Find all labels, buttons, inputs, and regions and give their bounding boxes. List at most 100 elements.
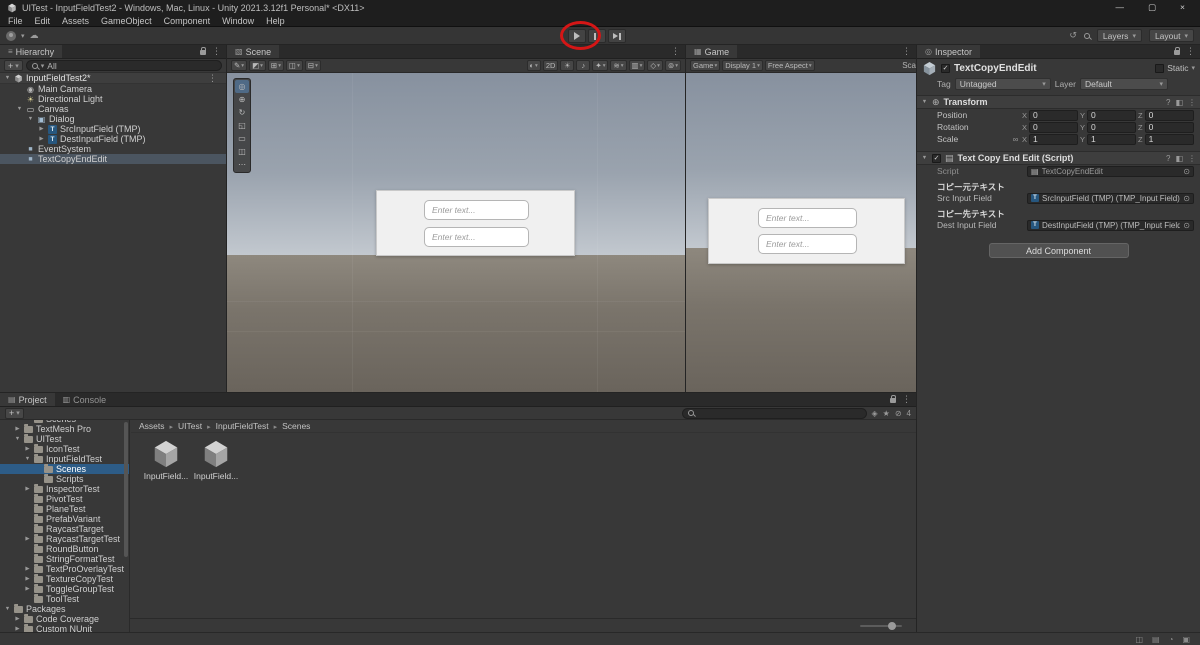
hierarchy-item[interactable]: ▶ DestInputField (TMP) xyxy=(0,134,226,144)
project-folder-row[interactable]: ▶ IconTest xyxy=(0,444,129,454)
project-folder-row[interactable]: ▶ TextMesh Pro xyxy=(0,424,129,434)
src-input-field[interactable]: Enter text... xyxy=(424,200,529,220)
create-object-button[interactable]: + ▾ xyxy=(4,60,23,71)
expand-arrow-icon[interactable]: ▶ xyxy=(14,426,21,432)
minimize-icon[interactable]: — xyxy=(1116,2,1125,13)
axis-value-field[interactable]: 0 xyxy=(1144,121,1194,133)
grid-snap-icon[interactable]: ⊞ xyxy=(267,60,284,71)
project-folder-row[interactable]: ▶ Code Coverage xyxy=(0,614,129,624)
static-checkbox[interactable] xyxy=(1155,63,1165,73)
lighting-toggle-icon[interactable]: ☀ xyxy=(560,60,575,71)
slider-thumb[interactable] xyxy=(888,621,896,630)
expand-arrow-icon[interactable]: ▶ xyxy=(24,576,31,582)
transform-component-header[interactable]: ▼ ⊕ Transform ? ◧ ⋮ xyxy=(917,95,1200,109)
expand-arrow-icon[interactable]: ▶ xyxy=(24,486,31,492)
scene-header-row[interactable]: ▼ InputFieldTest2* ⋮ xyxy=(0,73,226,84)
tag-dropdown[interactable]: Untagged ▾ xyxy=(954,78,1051,90)
help-icon[interactable]: ? xyxy=(1166,98,1170,107)
component-menu-icon[interactable]: ⋮ xyxy=(1188,154,1196,163)
hierarchy-item[interactable]: Directional Light xyxy=(0,94,226,104)
game-mode-dropdown[interactable]: Game xyxy=(690,60,721,71)
axis-value-field[interactable]: 1 xyxy=(1029,133,1078,145)
dest-input-field[interactable]: Enter text... xyxy=(424,227,529,247)
menu-item[interactable]: Assets xyxy=(56,16,95,26)
project-folder-row[interactable]: ▶ Custom NUnit xyxy=(0,624,129,632)
undo-history-icon[interactable]: ↺ xyxy=(1069,30,1077,41)
expand-arrow-icon[interactable]: ▼ xyxy=(16,106,23,112)
tab-inspector[interactable]: ◎ Inspector xyxy=(917,45,981,58)
panel-menu-icon[interactable]: ⋮ xyxy=(902,46,911,57)
link-scale-icon[interactable]: ∞ xyxy=(1011,135,1020,144)
project-folder-row[interactable]: ▶ ToggleGroupTest xyxy=(0,584,129,594)
tool-settings-icon[interactable]: ✎ xyxy=(231,60,248,71)
account-caret-icon[interactable]: ▾ xyxy=(21,32,25,40)
menu-item[interactable]: Component xyxy=(158,16,217,26)
preset-icon[interactable]: ◧ xyxy=(1175,154,1183,163)
layer-dropdown[interactable]: Default ▾ xyxy=(1079,78,1168,90)
project-folder-row[interactable]: RoundButton xyxy=(0,544,129,554)
code-coverage-icon[interactable]: ▤ xyxy=(1152,635,1160,644)
axis-value-field[interactable]: 1 xyxy=(1144,133,1194,145)
snap-settings-icon[interactable]: ⊟ xyxy=(304,60,321,71)
active-checkbox[interactable] xyxy=(941,63,950,73)
global-search-icon[interactable] xyxy=(1083,32,1090,39)
expand-arrow-icon[interactable]: ▶ xyxy=(24,446,31,452)
expand-arrow-icon[interactable]: ▼ xyxy=(4,75,11,81)
project-folder-row[interactable]: RaycastTarget xyxy=(0,524,129,534)
play-button[interactable] xyxy=(568,29,586,43)
tab-game[interactable]: ▦ Game xyxy=(686,45,738,58)
tab-console[interactable]: ▥ Console xyxy=(55,393,115,406)
snap-move-icon[interactable]: ◫ xyxy=(285,60,303,71)
project-folder-row[interactable]: ▼ Packages xyxy=(0,604,129,614)
preset-icon[interactable]: ◧ xyxy=(1175,98,1183,107)
object-picker-icon[interactable]: ⊙ xyxy=(1183,221,1190,230)
component-enabled-checkbox[interactable] xyxy=(932,153,941,163)
hierarchy-item[interactable]: ▼ Dialog xyxy=(0,114,226,124)
script-component-header[interactable]: ▼ ▤ Text Copy End Edit (Script) ? ◧ ⋮ xyxy=(917,151,1200,165)
panel-menu-icon[interactable]: ⋮ xyxy=(671,46,680,57)
static-caret-icon[interactable]: ▾ xyxy=(1191,64,1195,72)
expand-arrow-icon[interactable]: ▶ xyxy=(24,586,31,592)
rect-tool[interactable]: ▭ xyxy=(235,132,249,145)
hierarchy-item[interactable]: TextCopyEndEdit xyxy=(0,154,226,164)
camera-overlay-icon[interactable]: ◇ xyxy=(647,60,663,71)
project-folder-row[interactable]: Scenes xyxy=(0,464,129,474)
console-status-icon[interactable]: ▣ xyxy=(1182,635,1190,644)
src-object-field[interactable]: T SrcInputField (TMP) (TMP_Input Field) … xyxy=(1027,192,1194,204)
axis-value-field[interactable]: 0 xyxy=(1029,109,1078,121)
cache-server-icon[interactable]: ◫ xyxy=(1135,635,1143,644)
account-icon[interactable] xyxy=(6,30,16,41)
project-folder-row[interactable]: ▼ InputFieldTest xyxy=(0,454,129,464)
expand-arrow-icon[interactable]: ▶ xyxy=(24,566,31,572)
pause-button[interactable] xyxy=(588,29,606,43)
favorite-search-icon[interactable]: ★ xyxy=(883,409,890,418)
scale-tool[interactable]: ◱ xyxy=(235,119,249,132)
panel-menu-icon[interactable]: ⋮ xyxy=(212,46,221,57)
view-tool[interactable]: ◎ xyxy=(235,80,249,93)
tab-scene[interactable]: ▧ Scene xyxy=(227,45,280,58)
layers-dropdown[interactable]: Layers ▾ xyxy=(1096,29,1142,42)
create-asset-button[interactable]: + ▾ xyxy=(5,407,24,419)
project-folder-row[interactable]: Scripts xyxy=(0,474,129,484)
object-picker-icon[interactable]: ⊙ xyxy=(1183,167,1190,176)
foldout-arrow-icon[interactable]: ▼ xyxy=(921,155,928,161)
asset-item[interactable]: InputField... xyxy=(143,439,189,481)
thumbnail-zoom-slider[interactable] xyxy=(860,621,902,630)
object-picker-icon[interactable]: ⊙ xyxy=(1183,194,1190,203)
project-folder-row[interactable]: StringFormatTest xyxy=(0,554,129,564)
menu-item[interactable]: Window xyxy=(216,16,260,26)
expand-arrow-icon[interactable]: ▼ xyxy=(24,456,31,462)
breadcrumb-item[interactable]: UITest xyxy=(178,421,216,431)
project-folder-row[interactable]: ▼ UITest xyxy=(0,434,129,444)
cloud-services-icon[interactable]: ☁ xyxy=(30,30,39,41)
asset-item[interactable]: InputField... xyxy=(193,439,239,481)
tab-project[interactable]: ▤ Project xyxy=(0,393,55,406)
dest-input-field[interactable]: Enter text... xyxy=(758,234,857,254)
menu-item[interactable]: File xyxy=(2,16,29,26)
2d-toggle-button[interactable]: 2D xyxy=(542,60,559,71)
axis-value-field[interactable]: 0 xyxy=(1087,121,1136,133)
hierarchy-search[interactable]: ▾ xyxy=(25,60,222,71)
rotate-tool[interactable]: ↻ xyxy=(235,106,249,119)
transform-tool[interactable]: ◫ xyxy=(235,145,249,158)
project-folder-row[interactable]: ▶ RaycastTargetTest xyxy=(0,534,129,544)
